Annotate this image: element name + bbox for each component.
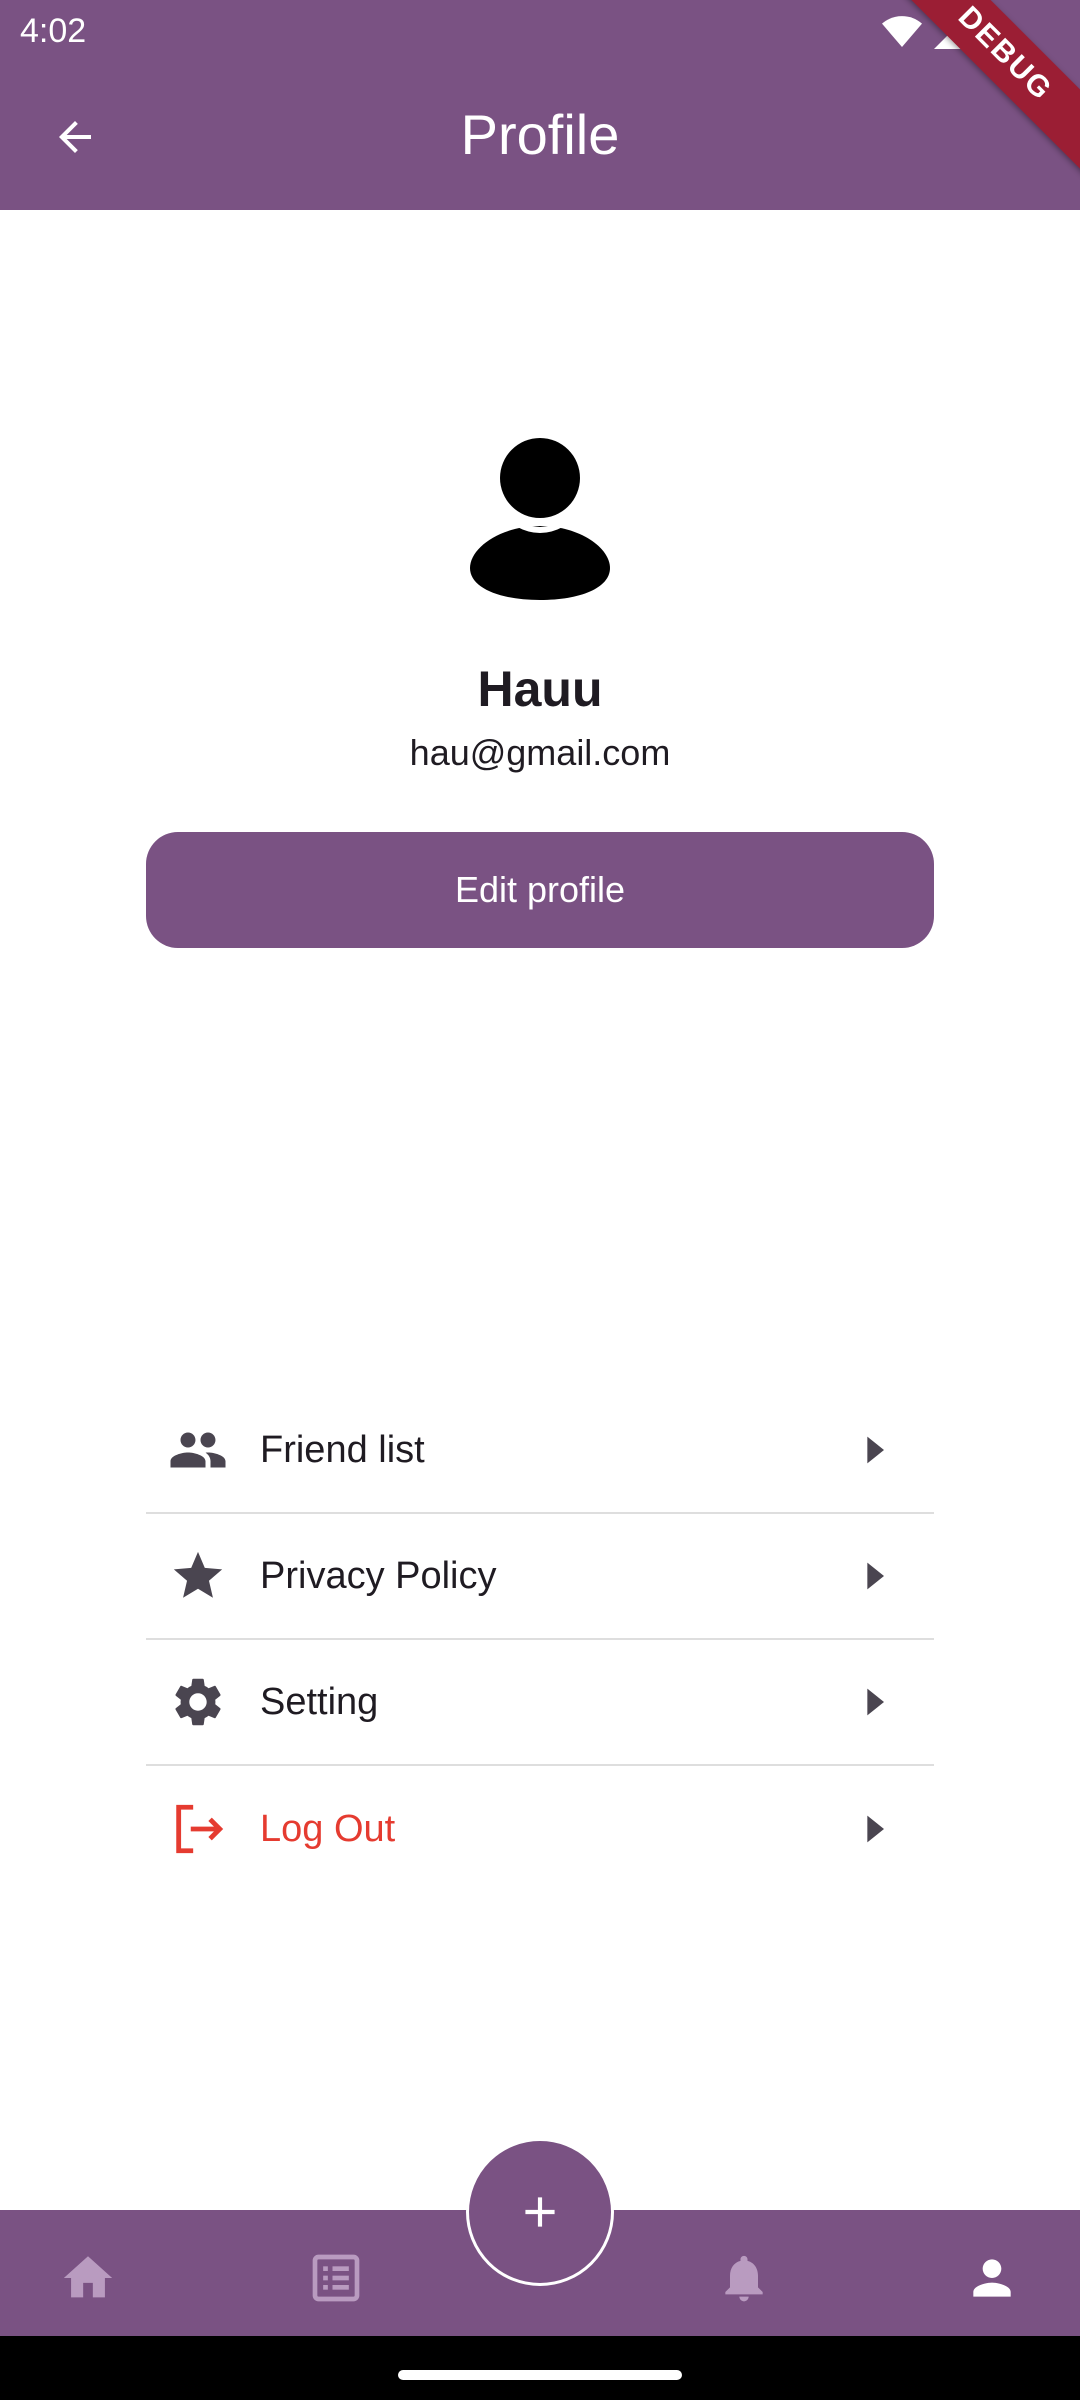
menu-item-friend-list[interactable]: Friend list xyxy=(146,1388,934,1514)
nav-list[interactable] xyxy=(306,2248,366,2308)
bell-icon xyxy=(725,2255,763,2302)
profile-menu: Friend list Privacy Policy Setting Log O… xyxy=(146,1388,934,1892)
arrow-right-icon xyxy=(854,1430,894,1470)
edit-profile-button[interactable]: Edit profile xyxy=(146,832,934,948)
menu-item-log-out[interactable]: Log Out xyxy=(146,1766,934,1892)
arrow-right-icon xyxy=(854,1556,894,1596)
home-icon xyxy=(63,2256,113,2298)
menu-item-label: Friend list xyxy=(260,1428,425,1471)
arrow-right-icon xyxy=(854,1682,894,1722)
system-nav-bar xyxy=(0,2336,1080,2400)
star-icon xyxy=(166,1544,230,1608)
wifi-icon xyxy=(882,16,922,47)
nav-notifications[interactable] xyxy=(714,2248,774,2308)
gear-icon xyxy=(166,1670,230,1734)
person-icon xyxy=(973,2259,1011,2297)
add-button[interactable] xyxy=(466,2138,614,2286)
menu-item-label: Privacy Policy xyxy=(260,1554,497,1597)
person-icon xyxy=(470,438,610,600)
user-email: hau@gmail.com xyxy=(409,732,671,773)
nav-home[interactable] xyxy=(58,2248,118,2308)
add-icon xyxy=(525,2197,555,2227)
list-icon xyxy=(312,2254,360,2302)
home-indicator[interactable] xyxy=(398,2370,682,2380)
page-title: Profile xyxy=(460,103,620,166)
menu-item-privacy-policy[interactable]: Privacy Policy xyxy=(146,1514,934,1640)
status-time: 4:02 xyxy=(20,12,87,50)
status-bar: 4:02 xyxy=(0,0,1080,62)
menu-item-setting[interactable]: Setting xyxy=(146,1640,934,1766)
menu-item-label: Setting xyxy=(260,1680,379,1723)
people-icon xyxy=(166,1418,230,1482)
logout-icon xyxy=(166,1797,230,1861)
app-bar: Profile xyxy=(0,62,1080,210)
menu-item-label: Log Out xyxy=(260,1807,396,1850)
nav-profile[interactable] xyxy=(962,2248,1022,2308)
user-name: Hauu xyxy=(477,661,603,717)
arrow-right-icon xyxy=(854,1809,894,1849)
